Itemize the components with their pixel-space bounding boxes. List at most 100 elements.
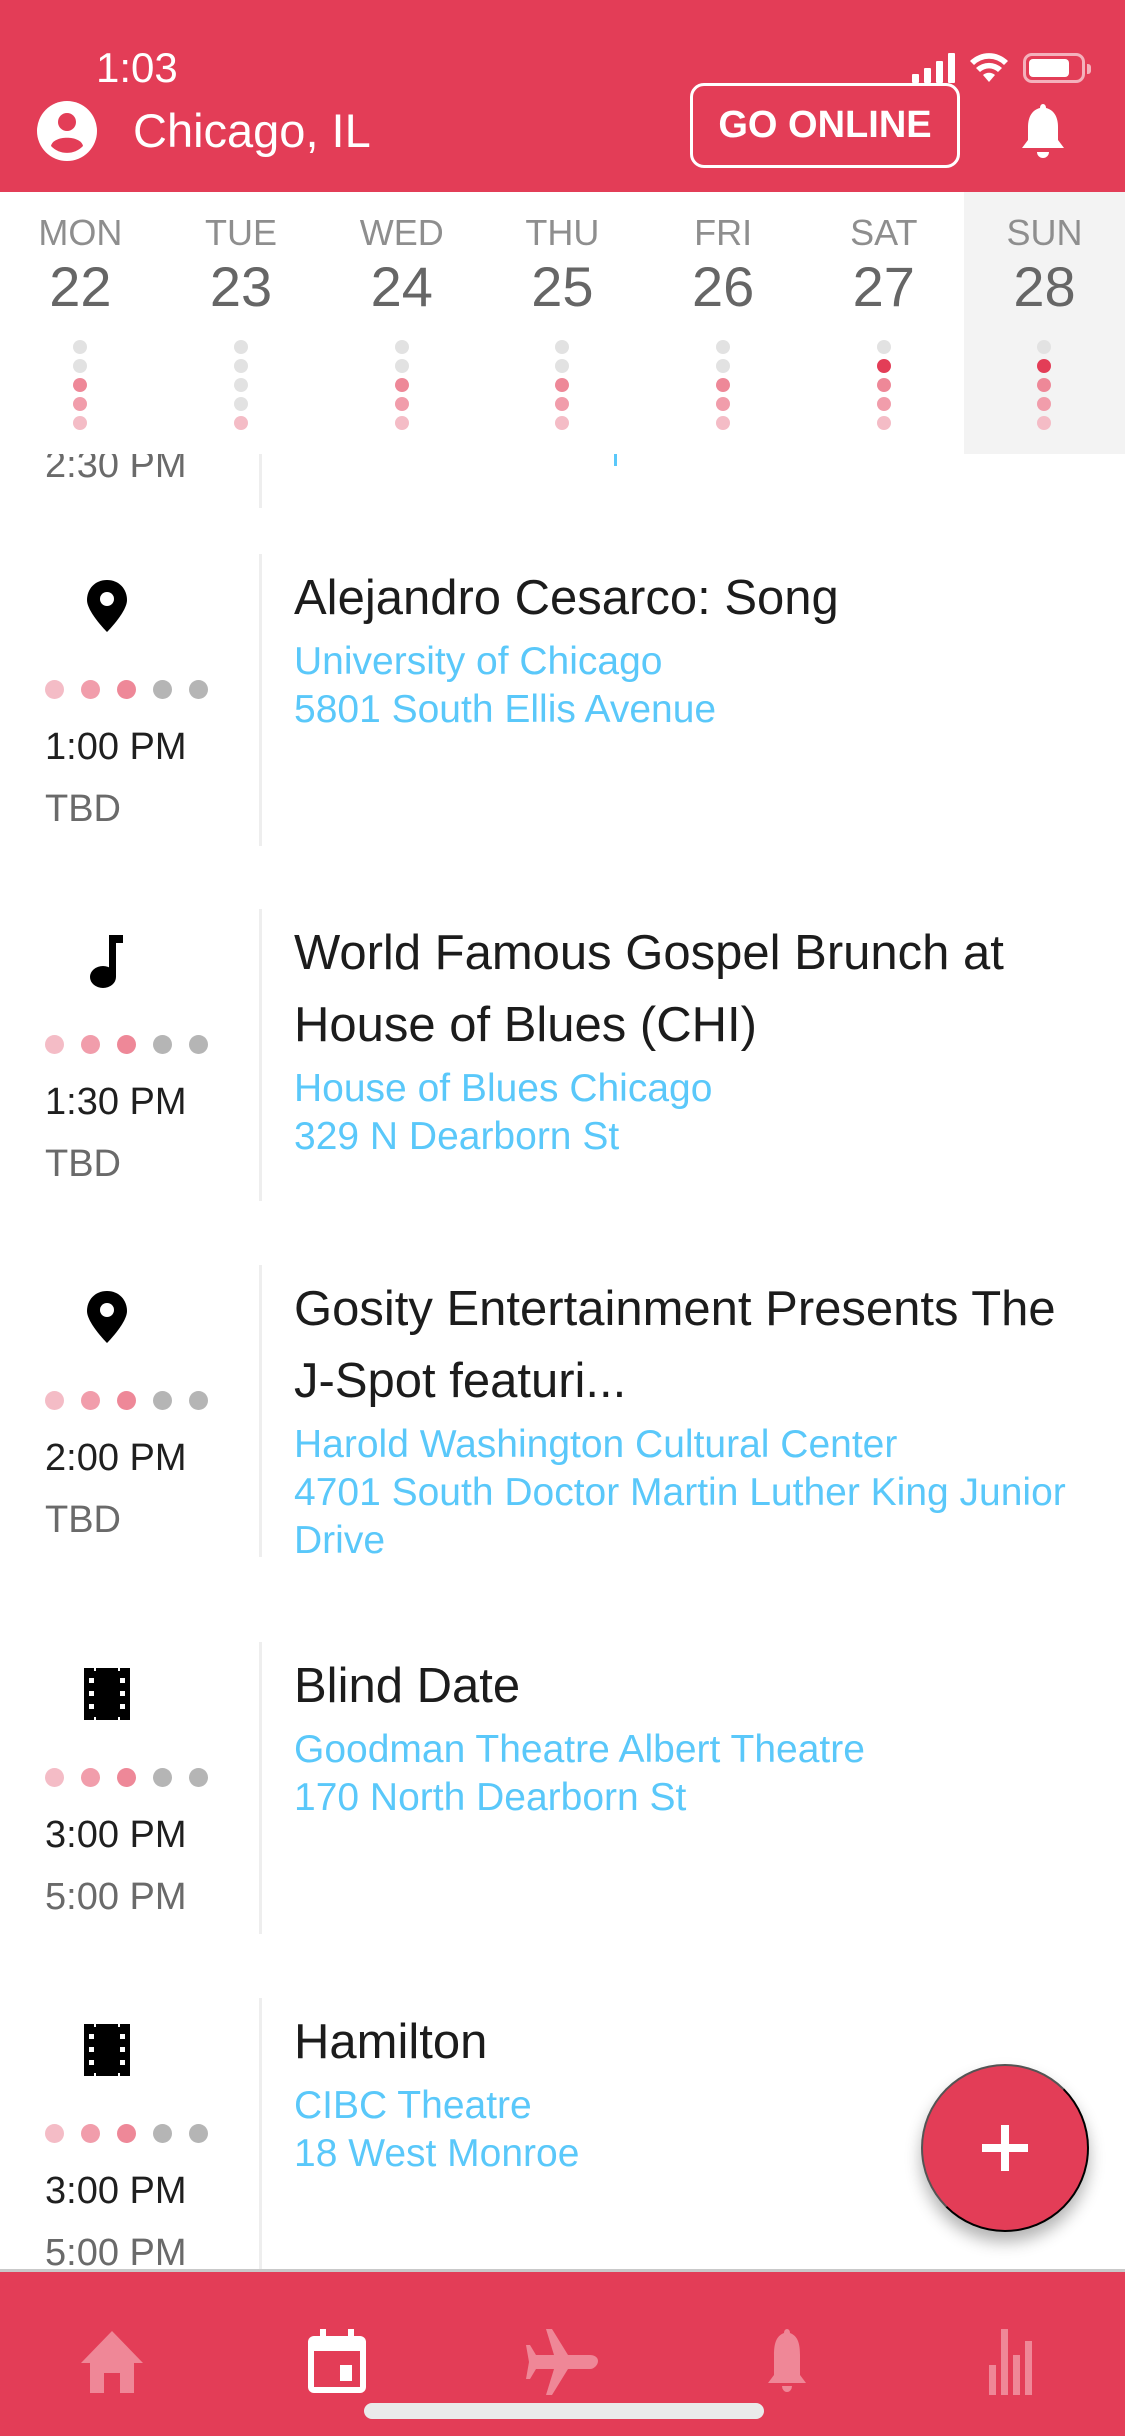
- event-start-time: 3:00 PM: [45, 1814, 187, 1856]
- event-details: World Famous Gospel Brunch at House of B…: [294, 917, 1094, 1161]
- event-venue[interactable]: Harold Washington Cultural Center: [294, 1421, 1094, 1469]
- activity-dot: [1037, 416, 1052, 430]
- day-tue[interactable]: TUE 23: [161, 192, 322, 454]
- event-start-time: 2:00 PM: [45, 1437, 187, 1479]
- home-icon: [81, 2331, 143, 2393]
- activity-dot: [234, 397, 249, 411]
- activity-dot: [234, 340, 249, 354]
- activity-dot: [394, 359, 409, 373]
- rating-dot: [81, 1035, 100, 1054]
- event-address[interactable]: 170 North Dearborn St: [294, 1774, 1094, 1822]
- activity-dot: [1037, 378, 1052, 392]
- nav-notifications[interactable]: [742, 2322, 832, 2402]
- day-activity-dots: [1037, 340, 1052, 430]
- rating-dot: [81, 2124, 100, 2143]
- activity-dot: [234, 416, 249, 430]
- event-item[interactable]: 2:00 PM TBD Gosity Entertainment Presents …: [0, 1265, 1125, 1565]
- event-rating: [45, 1035, 208, 1054]
- rating-dot: [189, 2124, 208, 2143]
- event-title[interactable]: Blind Date: [294, 1650, 1094, 1722]
- rating-dot: [117, 1391, 136, 1410]
- nav-calendar[interactable]: [292, 2322, 382, 2402]
- rating-dot: [45, 1768, 64, 1787]
- rating-dot: [189, 1391, 208, 1410]
- rating-dot: [117, 1768, 136, 1787]
- battery-icon: [1023, 53, 1091, 83]
- event-item[interactable]: 1:00 PM TBD Alejandro Cesarco: Song Univers…: [0, 554, 1125, 854]
- location-label[interactable]: Chicago, IL: [133, 100, 371, 162]
- nav-stats[interactable]: [967, 2322, 1057, 2402]
- event-item[interactable]: 1:30 PM TBD World Famous Gospel Brunch at …: [0, 909, 1125, 1209]
- activity-dot: [555, 397, 570, 411]
- location-pin-icon: [82, 576, 132, 636]
- calendar-icon: [308, 2329, 366, 2393]
- activity-dot: [555, 340, 570, 354]
- account-icon[interactable]: [36, 100, 98, 162]
- nav-travel[interactable]: [517, 2322, 607, 2402]
- activity-dot: [73, 397, 88, 411]
- activity-dot: [716, 378, 731, 392]
- day-wed[interactable]: WED 24: [321, 192, 482, 454]
- event-title[interactable]: Alejandro Cesarco: Song: [294, 562, 1094, 634]
- day-of-week: WED: [359, 212, 444, 253]
- event-end-time: 5:00 PM: [45, 1876, 187, 1918]
- day-date: 27: [852, 255, 915, 318]
- event-details: Alejandro Cesarco: Song University of Chi…: [294, 562, 1094, 734]
- event-address[interactable]: 4701 South Doctor Martin Luther King Jun…: [294, 1469, 1094, 1565]
- day-date: 26: [691, 255, 755, 318]
- rating-dot: [153, 680, 172, 699]
- event-list[interactable]: 2:30 PM 1:00 PM TBD Alejandro Cesarco: Son…: [0, 454, 1125, 2269]
- activity-dot: [73, 416, 88, 430]
- activity-dot: [394, 416, 409, 430]
- divider: [259, 554, 262, 846]
- event-item[interactable]: 3:00 PM 5:00 PM Blind Date Goodman Theatre …: [0, 1642, 1125, 1942]
- activity-dot: [394, 378, 409, 392]
- day-of-week: TUE: [205, 212, 278, 253]
- day-sat[interactable]: SAT 27: [803, 192, 964, 454]
- day-date: 25: [531, 255, 594, 318]
- day-sun[interactable]: SUN 28: [964, 192, 1125, 454]
- activity-dot: [716, 416, 731, 430]
- day-mon[interactable]: MON 22: [0, 192, 161, 454]
- day-of-week: MON: [38, 212, 123, 253]
- event-venue[interactable]: Goodman Theatre Albert Theatre: [294, 1726, 1094, 1774]
- plus-icon: [982, 2125, 1028, 2171]
- day-activity-dots: [716, 340, 731, 430]
- rating-dot: [153, 1035, 172, 1054]
- rating-dot: [45, 2124, 64, 2143]
- event-venue[interactable]: University of Chicago: [294, 638, 1094, 686]
- week-day-selector: MON 22 TUE 23 WED 24 THU 25 FRI 26 SAT 27 SUN 28: [0, 192, 1125, 454]
- day-date: 28: [1013, 255, 1076, 318]
- event-title[interactable]: Gosity Entertainment Presents The J-Spot…: [294, 1273, 1094, 1417]
- go-online-button[interactable]: GO ONLINE: [690, 83, 960, 168]
- rating-dot: [153, 2124, 172, 2143]
- event-address[interactable]: 5801 South Ellis Avenue: [294, 686, 1094, 734]
- day-thu[interactable]: THU 25: [482, 192, 643, 454]
- event-title[interactable]: Hamilton: [294, 2006, 1094, 2078]
- activity-dot: [716, 340, 731, 354]
- location-pin-icon: [82, 1287, 132, 1347]
- event-venue[interactable]: House of Blues Chicago: [294, 1065, 1094, 1113]
- rating-dot: [45, 680, 64, 699]
- activity-dot: [73, 340, 88, 354]
- event-rating: [45, 2124, 208, 2143]
- day-activity-dots: [394, 340, 409, 430]
- day-date: 24: [370, 255, 433, 318]
- status-time: 1:03: [96, 44, 178, 91]
- day-activity-dots: [555, 340, 570, 430]
- day-of-week: SAT: [850, 212, 918, 253]
- nav-home[interactable]: [67, 2322, 157, 2402]
- event-partial[interactable]: 2:30 PM: [0, 454, 1125, 514]
- activity-dot: [876, 416, 891, 430]
- event-details: Gosity Entertainment Presents The J-Spot…: [294, 1273, 1094, 1565]
- home-indicator[interactable]: [364, 2403, 764, 2419]
- notifications-bell-icon[interactable]: [1012, 100, 1074, 162]
- bottom-navigation: [0, 2269, 1125, 2436]
- event-title[interactable]: World Famous Gospel Brunch at House of B…: [294, 917, 1094, 1061]
- rating-dot: [189, 1035, 208, 1054]
- event-address[interactable]: 329 N Dearborn St: [294, 1113, 1094, 1161]
- event-rating: [45, 680, 208, 699]
- add-event-button[interactable]: [921, 2064, 1089, 2232]
- day-fri[interactable]: FRI 26: [643, 192, 804, 454]
- activity-dot: [876, 359, 891, 373]
